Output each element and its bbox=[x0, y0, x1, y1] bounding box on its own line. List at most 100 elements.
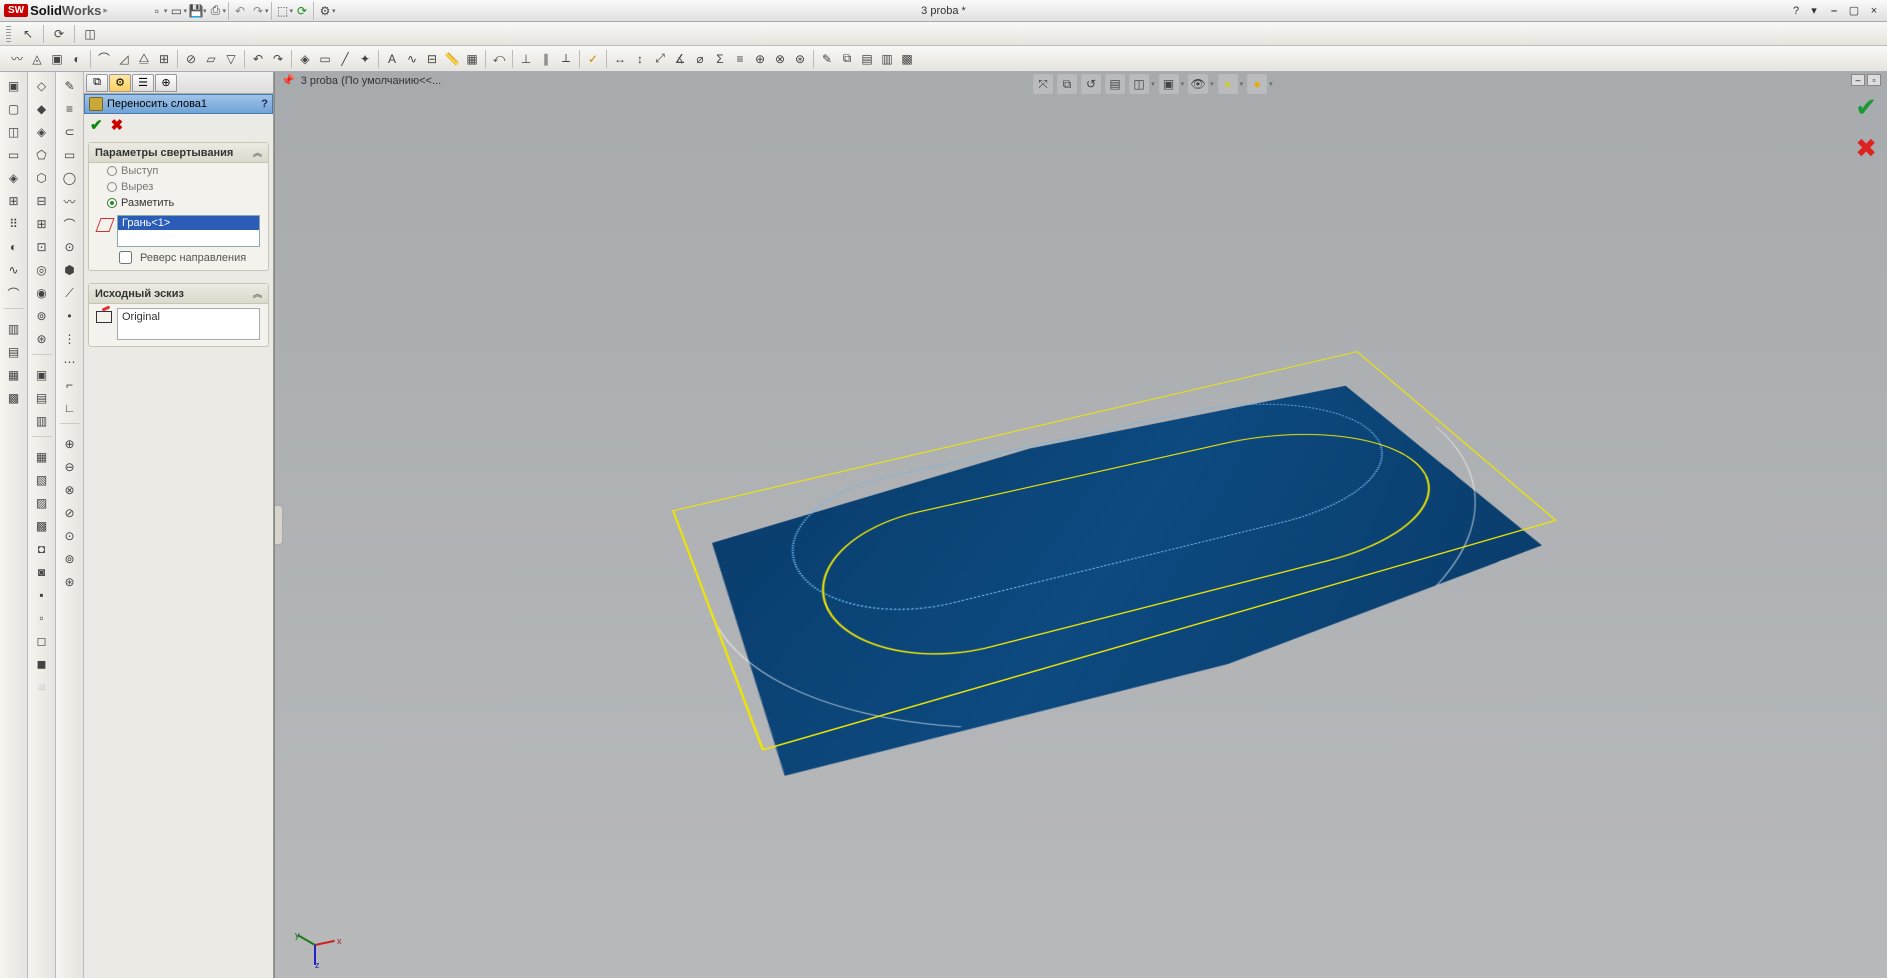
cancel-button[interactable]: ✖ bbox=[111, 116, 124, 134]
display-style-icon[interactable]: ▣ bbox=[1159, 74, 1179, 94]
d3-icon[interactable]: ⤢ bbox=[651, 50, 669, 68]
eval-icon[interactable]: ✎ bbox=[818, 50, 836, 68]
vt-c21-icon[interactable]: ⊚ bbox=[60, 549, 80, 569]
undo-icon[interactable]: ↶ bbox=[231, 2, 249, 20]
close-button[interactable]: × bbox=[1865, 3, 1883, 19]
d9-icon[interactable]: ⊗ bbox=[771, 50, 789, 68]
orientation-triad[interactable]: x y z bbox=[301, 924, 341, 964]
pattern-icon[interactable]: ⊞ bbox=[155, 50, 173, 68]
d2-icon[interactable]: ↕ bbox=[631, 50, 649, 68]
collapse-icon-2[interactable]: ︽ bbox=[253, 287, 262, 300]
vt-c7-icon[interactable]: ⌒ bbox=[60, 214, 80, 234]
face-selection-box[interactable]: Грань<1> bbox=[117, 215, 260, 247]
vt-a8-icon[interactable]: ◐ bbox=[4, 237, 24, 257]
vt-b21-icon[interactable]: ◙ bbox=[32, 562, 52, 582]
pin-icon[interactable]: 📌 bbox=[281, 74, 295, 87]
curve-icon[interactable]: ∿ bbox=[403, 50, 421, 68]
vt-b18-icon[interactable]: ▨ bbox=[32, 493, 52, 513]
vt-b6-icon[interactable]: ⊟ bbox=[32, 191, 52, 211]
revolve-icon[interactable]: ◐ bbox=[68, 50, 86, 68]
rebuild-icon[interactable]: ⟳ bbox=[293, 2, 311, 20]
t1-icon[interactable]: ⊥ bbox=[517, 50, 535, 68]
pick-icon[interactable]: ↖ bbox=[19, 25, 37, 43]
vt-a5-icon[interactable]: ◈ bbox=[4, 168, 24, 188]
view-orient-icon[interactable]: ◫ bbox=[81, 25, 99, 43]
vt-a1-icon[interactable]: ▣ bbox=[4, 76, 24, 96]
brand-menu-arrow-icon[interactable]: ▸ bbox=[103, 5, 108, 16]
tab-propertymgr[interactable]: ⚙ bbox=[109, 74, 131, 92]
t2-icon[interactable]: ∥ bbox=[537, 50, 555, 68]
vt-b17-icon[interactable]: ▧ bbox=[32, 470, 52, 490]
panel-drag-handle[interactable] bbox=[275, 505, 283, 545]
vt-b24-icon[interactable]: ◻ bbox=[32, 631, 52, 651]
vt-b26-icon[interactable]: ◽ bbox=[32, 677, 52, 697]
grid-icon[interactable]: ▦ bbox=[463, 50, 481, 68]
viewport-cancel-button[interactable]: ✖ bbox=[1855, 133, 1877, 164]
eval5-icon[interactable]: ▩ bbox=[898, 50, 916, 68]
coord-icon[interactable]: ✦ bbox=[356, 50, 374, 68]
mirror-icon[interactable]: ⧋ bbox=[135, 50, 153, 68]
vt-c14-icon[interactable]: ⌐ bbox=[60, 375, 80, 395]
vt-b8-icon[interactable]: ⊡ bbox=[32, 237, 52, 257]
fillet-icon[interactable]: ⌒ bbox=[95, 50, 113, 68]
viewport-ok-button[interactable]: ✔ bbox=[1855, 92, 1877, 123]
section-icon[interactable]: ▤ bbox=[1105, 74, 1125, 94]
vt-c1-icon[interactable]: ✎ bbox=[60, 76, 80, 96]
vt-c2-icon[interactable]: ≡ bbox=[60, 99, 80, 119]
vt-c16-icon[interactable]: ⊕ bbox=[60, 434, 80, 454]
view-orient2-icon[interactable]: ◫ bbox=[1129, 74, 1149, 94]
reverse-check-input[interactable] bbox=[119, 251, 132, 264]
vt-c13-icon[interactable]: ⋯ bbox=[60, 352, 80, 372]
vt-c18-icon[interactable]: ⊗ bbox=[60, 480, 80, 500]
source-sketch-box[interactable]: Original bbox=[117, 308, 260, 340]
redo2-icon[interactable]: ↷ bbox=[269, 50, 287, 68]
tab-dimxpert[interactable]: ⊕ bbox=[155, 74, 177, 92]
hide-show-icon[interactable]: 👁 bbox=[1188, 74, 1208, 94]
d4-icon[interactable]: ∡ bbox=[671, 50, 689, 68]
vt-b14-icon[interactable]: ▤ bbox=[32, 388, 52, 408]
vt-a6-icon[interactable]: ⊞ bbox=[4, 191, 24, 211]
minimize-button[interactable]: – bbox=[1825, 3, 1843, 19]
chamfer-icon[interactable]: ◿ bbox=[115, 50, 133, 68]
vt-b1-icon[interactable]: ◇ bbox=[32, 76, 52, 96]
vt-c10-icon[interactable]: ⟋ bbox=[60, 283, 80, 303]
d10-icon[interactable]: ⊛ bbox=[791, 50, 809, 68]
configuration-label[interactable]: 3 proba (По умолчанию<<... bbox=[301, 75, 441, 87]
vt-c17-icon[interactable]: ⊖ bbox=[60, 457, 80, 477]
hole-icon[interactable]: ⊘ bbox=[182, 50, 200, 68]
vt-a7-icon[interactable]: ⠿ bbox=[4, 214, 24, 234]
vt-a14-icon[interactable]: ▩ bbox=[4, 388, 24, 408]
collapse-icon[interactable]: ︽ bbox=[253, 146, 262, 159]
vt-c22-icon[interactable]: ⊛ bbox=[60, 572, 80, 592]
appearance-icon[interactable]: ● bbox=[1218, 74, 1238, 94]
vt-c15-icon[interactable]: ∟ bbox=[60, 398, 80, 418]
plane-icon[interactable]: ▭ bbox=[316, 50, 334, 68]
vt-b7-icon[interactable]: ⊞ bbox=[32, 214, 52, 234]
toolbar-grip[interactable] bbox=[6, 26, 11, 42]
vt-c4-icon[interactable]: ▭ bbox=[60, 145, 80, 165]
vt-b13-icon[interactable]: ▣ bbox=[32, 365, 52, 385]
d6-icon[interactable]: Σ bbox=[711, 50, 729, 68]
vt-a11-icon[interactable]: ▥ bbox=[4, 319, 24, 339]
vt-c12-icon[interactable]: ⋮ bbox=[60, 329, 80, 349]
eval4-icon[interactable]: ▥ bbox=[878, 50, 896, 68]
vt-b15-icon[interactable]: ▥ bbox=[32, 411, 52, 431]
mate-icon[interactable]: ✓ bbox=[584, 50, 602, 68]
vt-b9-icon[interactable]: ◎ bbox=[32, 260, 52, 280]
vt-b23-icon[interactable]: ▫ bbox=[32, 608, 52, 628]
vt-b19-icon[interactable]: ▩ bbox=[32, 516, 52, 536]
eval3-icon[interactable]: ▤ bbox=[858, 50, 876, 68]
radio-scribe[interactable]: Разметить bbox=[89, 195, 268, 211]
rotate-icon[interactable]: ⟳ bbox=[50, 25, 68, 43]
sweep-icon[interactable]: 〰 bbox=[8, 50, 26, 68]
text-icon[interactable]: A bbox=[383, 50, 401, 68]
zoom-area-icon[interactable]: ⧉ bbox=[1057, 74, 1077, 94]
vt-a3-icon[interactable]: ◫ bbox=[4, 122, 24, 142]
vt-b20-icon[interactable]: ◘ bbox=[32, 539, 52, 559]
face-selection-item[interactable]: Грань<1> bbox=[118, 216, 259, 230]
radio-extrude[interactable]: Выступ bbox=[89, 163, 268, 179]
measure-icon[interactable]: 📏 bbox=[443, 50, 461, 68]
vt-c11-icon[interactable]: • bbox=[60, 306, 80, 326]
vt-b25-icon[interactable]: ◼ bbox=[32, 654, 52, 674]
vt-a10-icon[interactable]: ⌒ bbox=[4, 283, 24, 303]
